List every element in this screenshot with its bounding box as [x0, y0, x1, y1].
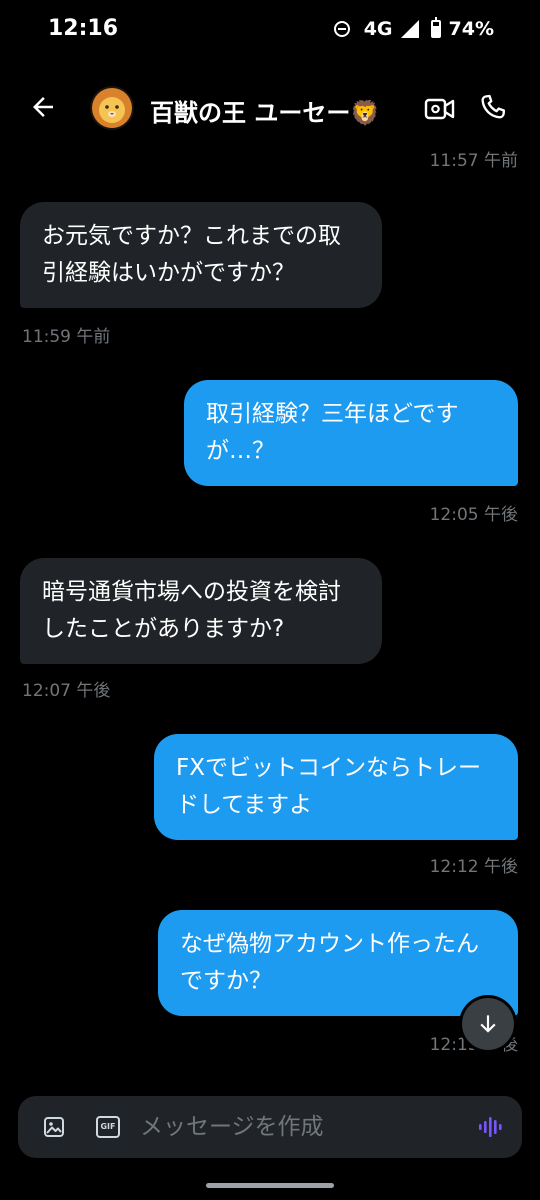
message-timestamp: 12:05 午後: [429, 505, 518, 525]
contact-name[interactable]: 百獣の王 ユーセー🦁: [150, 93, 380, 128]
gif-icon[interactable]: GIF: [96, 1116, 120, 1138]
scroll-to-bottom-button[interactable]: [462, 998, 514, 1050]
message-input[interactable]: [140, 1108, 460, 1146]
do-not-disturb-icon: [333, 21, 350, 37]
message-composer: GIF: [18, 1096, 522, 1158]
battery-icon: [430, 17, 441, 38]
message-timestamp: 12:07 午後: [22, 681, 111, 701]
outgoing-message[interactable]: FXでビットコインならトレードしてますよ: [154, 734, 518, 840]
incoming-message[interactable]: 暗号通貨市場への投資を検討したことがありますか?: [20, 558, 382, 664]
arrow-down-icon: [480, 1015, 496, 1033]
network-label: 4G: [363, 18, 393, 40]
incoming-message[interactable]: お元気ですか？これまでの取引経験はいかがですか？: [20, 202, 382, 308]
outgoing-message[interactable]: なぜ偽物アカウント作ったんですか？: [158, 910, 518, 1016]
message-timestamp: 11:59 午前: [22, 327, 111, 347]
conversation-header: 百獣の王 ユーセー🦁: [0, 78, 540, 140]
status-indicators: 4G 74%: [333, 17, 494, 40]
phone-icon[interactable]: [478, 92, 508, 122]
status-time: 12:16: [48, 16, 119, 41]
message-timestamp: 11:57 午前: [429, 151, 518, 171]
battery-percent: 74%: [448, 18, 494, 40]
status-bar: 12:16 4G 74%: [0, 0, 540, 64]
back-arrow-icon[interactable]: [28, 92, 58, 122]
avatar[interactable]: [90, 86, 134, 130]
message-timestamp: 12:12 午後: [429, 857, 518, 877]
voice-icon[interactable]: [478, 1115, 504, 1139]
outgoing-message[interactable]: 取引経験？三年ほどですが…？: [184, 380, 518, 486]
video-call-icon[interactable]: [424, 95, 456, 123]
lion-avatar-icon: [92, 88, 132, 128]
image-icon[interactable]: [42, 1115, 66, 1139]
signal-icon: [400, 20, 419, 38]
home-indicator[interactable]: [206, 1183, 334, 1188]
